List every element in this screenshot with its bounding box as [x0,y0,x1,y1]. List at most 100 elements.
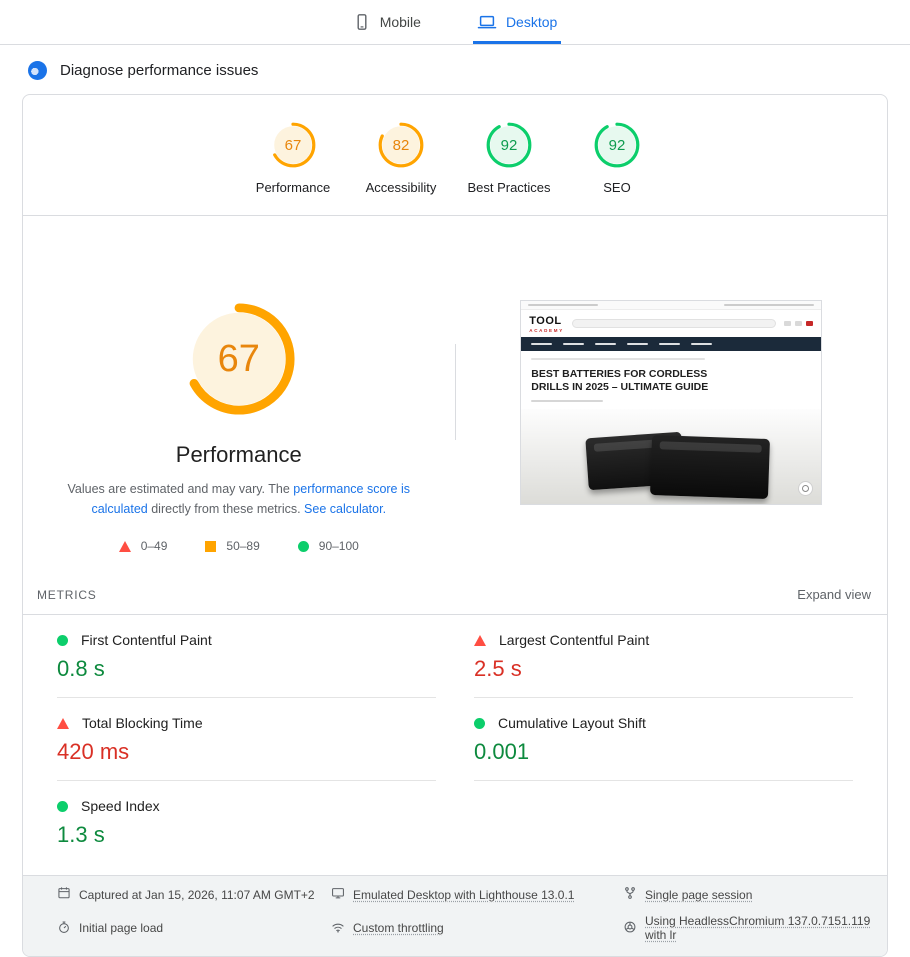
device-tabbar: Mobile Desktop [0,0,910,45]
throttling-setting[interactable]: Custom throttling [331,914,623,942]
good-circle-icon [298,541,309,552]
thumb-text-bar [724,304,814,306]
thumb-breadcrumb [531,358,705,361]
thumb-site-logo: TOOL ACADEMY [529,315,564,333]
monitor-icon [331,886,345,903]
thumb-article-headline: BEST BATTERIES FOR CORDLESS DRILLS IN 20… [521,368,731,394]
wifi-icon [331,920,345,937]
captured-at: Captured at Jan 15, 2026, 11:07 AM GMT+2 [57,886,331,903]
metric-name: First Contentful Paint [81,632,212,648]
battery-image [650,435,770,499]
metric-name: Largest Contentful Paint [499,632,649,648]
performance-gauge-panel: 67 Performance Values are estimated and … [23,300,455,577]
thumb-icon [784,321,791,326]
diagnose-title: Diagnose performance issues [60,62,258,79]
session-type[interactable]: Single page session [623,886,887,903]
metrics-header: METRICS Expand view [23,577,887,615]
legend-good-label: 90–100 [319,539,359,553]
thumb-utility-bar [521,301,821,310]
thumb-search-bar [572,319,776,328]
metric-cumulative-layout-shift: Cumulative Layout Shift 0.001 [474,698,853,781]
best-practices-score-label: Best Practices [467,180,550,195]
performance-score-value: 67 [269,121,317,169]
score-legend: 0–49 50–89 90–100 [119,539,359,553]
desktop-laptop-icon [477,13,497,31]
seo-gauge: 92 [593,121,641,169]
performance-gauge: 67 [269,121,317,169]
logo-wordmark: TOOL [529,315,564,328]
metric-value: 0.001 [474,739,853,765]
metric-name: Total Blocking Time [82,715,203,731]
final-screenshot-thumbnail[interactable]: TOOL ACADEMY BEST BATTERIES FOR CORDLESS… [520,300,822,505]
metric-value: 0.8 s [57,656,436,682]
see-calculator-link[interactable]: See calculator. [304,502,386,516]
report-card: 67 Performance 82 Accessibility 92 Best … [22,94,888,957]
score-best-practices[interactable]: 92 Best Practices [455,121,563,195]
globe-icon [623,920,637,937]
metrics-grid: First Contentful Paint 0.8 s Largest Con… [23,615,887,863]
metric-rating-icon [57,801,68,812]
session-fork-icon [623,886,637,903]
metric-rating-icon [57,635,68,646]
metric-name: Speed Index [81,798,160,814]
metric-first-contentful-paint: First Contentful Paint 0.8 s [57,615,436,698]
poor-triangle-icon [119,541,131,552]
pagespeed-report: Mobile Desktop Diagnose performance issu… [0,0,910,957]
score-disclaimer: Values are estimated and may vary. The p… [48,479,430,519]
logo-subtitle: ACADEMY [529,328,564,333]
performance-section-title: Performance [176,442,302,468]
metric-value: 1.3 s [57,822,436,848]
screenshot-panel: TOOL ACADEMY BEST BATTERIES FOR CORDLESS… [456,300,888,505]
accessibility-score-label: Accessibility [366,180,437,195]
disclaimer-text: Values are estimated and may vary. The [67,482,293,496]
metric-largest-contentful-paint: Largest Contentful Paint 2.5 s [474,615,853,698]
browser-version[interactable]: Using HeadlessChromium 137.0.7151.119 wi… [623,914,887,942]
tab-desktop[interactable]: Desktop [473,2,561,44]
performance-overview: 67 Performance Values are estimated and … [23,216,887,577]
emulated-device[interactable]: Emulated Desktop with Lighthouse 13.0.1 [331,886,623,903]
thumb-icon [795,321,802,326]
thumb-article-photo [521,409,821,504]
thumb-nav-item [563,343,584,346]
metric-total-blocking-time: Total Blocking Time 420 ms [57,698,436,781]
thumb-nav-bar [521,337,821,351]
score-seo[interactable]: 92 SEO [563,121,671,195]
accessibility-gauge: 82 [377,121,425,169]
expand-view-button[interactable]: Expand view [797,587,871,602]
thumb-zoom-button [798,481,813,496]
accessibility-score-value: 82 [377,121,425,169]
average-square-icon [205,541,216,552]
thumb-flag-icon [806,321,813,326]
thumb-nav-item [531,343,552,346]
tab-mobile-label: Mobile [380,14,421,30]
insights-icon [28,61,47,80]
tab-desktop-label: Desktop [506,14,557,30]
legend-good: 90–100 [298,539,359,553]
metric-value: 420 ms [57,739,436,765]
thumb-site-header: TOOL ACADEMY [521,310,821,337]
thumb-header-icons [784,321,813,326]
best-practices-gauge: 92 [485,121,533,169]
performance-main-gauge: 67 [180,300,298,418]
legend-poor: 0–49 [119,539,168,553]
category-scores-row: 67 Performance 82 Accessibility 92 Best … [23,95,887,216]
stopwatch-icon [57,920,71,937]
disclaimer-text-2: directly from these metrics. [148,502,304,516]
score-accessibility[interactable]: 82 Accessibility [347,121,455,195]
metric-name: Cumulative Layout Shift [498,715,646,731]
calendar-icon [57,886,71,903]
performance-main-score: 67 [180,300,298,418]
seo-score-value: 92 [593,121,641,169]
metric-rating-icon [474,718,485,729]
thumb-nav-item [627,343,648,346]
tab-mobile[interactable]: Mobile [349,2,425,44]
seo-score-label: SEO [603,180,630,195]
thumb-nav-item [691,343,712,346]
performance-score-label: Performance [256,180,330,195]
mobile-phone-icon [353,13,371,31]
legend-average: 50–89 [205,539,259,553]
score-performance[interactable]: 67 Performance [239,121,347,195]
metric-speed-index: Speed Index 1.3 s [57,781,436,863]
metric-rating-icon [57,718,69,729]
thumb-text-bar [528,304,598,306]
